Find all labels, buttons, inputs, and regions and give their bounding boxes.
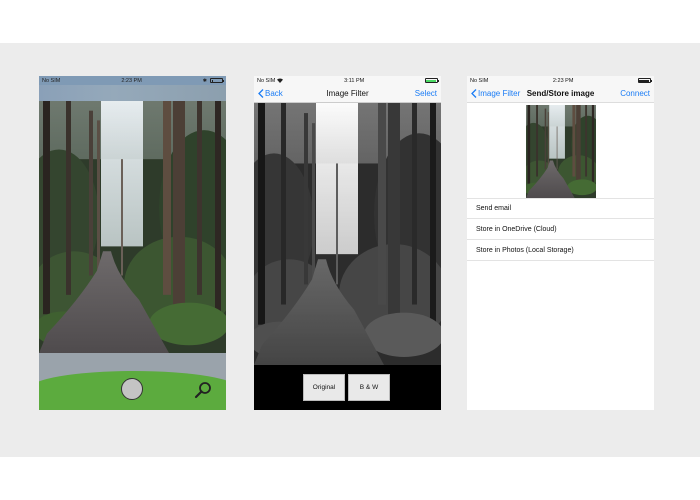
forest-path-photo: [39, 101, 226, 353]
status-time: 2:23 PM: [121, 77, 142, 84]
battery-icon: [210, 78, 224, 83]
send-email-item[interactable]: Send email: [467, 198, 654, 219]
bluetooth-icon: ✱: [202, 77, 207, 84]
status-bar: No SIM 3:11 PM: [254, 76, 441, 85]
carrier-label: No SIM: [257, 77, 276, 84]
camera-controls: [39, 353, 226, 410]
original-filter-button[interactable]: Original: [303, 374, 345, 401]
status-bar: No SIM 2:23 PM: [467, 76, 654, 85]
nav-bar: Back Image Filter Select: [254, 85, 441, 103]
filtered-image: [254, 103, 441, 365]
chevron-left-icon: [471, 89, 477, 98]
battery-icon: [637, 78, 652, 83]
nav-bar: Image Filter Send/Store image Connect: [467, 85, 654, 103]
back-button[interactable]: Image Filter: [471, 89, 520, 98]
back-label: Back: [265, 89, 283, 98]
back-label: Image Filter: [478, 89, 521, 98]
back-button[interactable]: Back: [258, 89, 283, 98]
bw-filter-button[interactable]: B & W: [348, 374, 390, 401]
store-onedrive-item[interactable]: Store in OneDrive (Cloud): [467, 219, 654, 240]
action-list: Send email Store in OneDrive (Cloud) Sto…: [467, 198, 654, 261]
store-photos-item[interactable]: Store in Photos (Local Storage): [467, 240, 654, 261]
connect-button[interactable]: Connect: [620, 89, 650, 98]
select-button[interactable]: Select: [415, 89, 437, 98]
status-bar: No SIM 2:23 PM ✱: [39, 76, 226, 85]
camera-preview: [39, 101, 226, 353]
camera-preview-top: [39, 85, 226, 101]
carrier-label: No SIM: [42, 77, 61, 84]
status-time: 2:23 PM: [552, 77, 574, 84]
battery-icon: [424, 78, 439, 83]
chevron-left-icon: [258, 89, 264, 98]
filter-toolbar: Original B & W: [254, 365, 441, 410]
wifi-icon: [277, 78, 284, 83]
image-thumbnail: [526, 105, 596, 198]
forest-path-photo-thumb: [526, 105, 596, 198]
carrier-label: No SIM: [470, 77, 489, 84]
status-time: 3:11 PM: [344, 77, 365, 84]
send-store-screen: No SIM 2:23 PM Image Filter Send/Store i…: [467, 76, 654, 410]
image-filter-screen: No SIM 3:11 PM Back Image Filter Select …: [254, 76, 441, 410]
forest-path-photo-bw: [254, 103, 441, 365]
shutter-button[interactable]: [121, 378, 143, 400]
camera-screen: No SIM 2:23 PM ✱: [39, 76, 226, 410]
magnifier-icon[interactable]: [194, 381, 212, 399]
